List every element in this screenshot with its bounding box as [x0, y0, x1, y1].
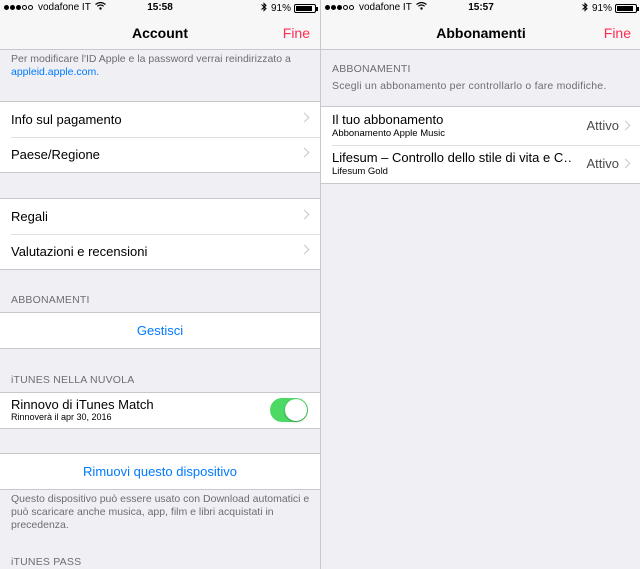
apple-id-note-text: Per modificare l'ID Apple e la password … — [11, 53, 291, 65]
status-bar: vodafone IT 15:57 91% — [321, 0, 640, 16]
subscriptions-list: Il tuo abbonamento Abbonamento Apple Mus… — [321, 106, 640, 184]
itunes-match-row: Rinnovo di iTunes Match Rinnoverà il apr… — [0, 393, 320, 428]
remove-device-button[interactable]: Rimuovi questo dispositivo — [0, 454, 320, 489]
done-button[interactable]: Fine — [604, 25, 631, 41]
payment-group: Info sul pagamento Paese/Regione — [0, 101, 320, 173]
subscriptions-group: Gestisci — [0, 312, 320, 349]
chevron-right-icon — [299, 147, 310, 158]
manage-button[interactable]: Gestisci — [0, 313, 320, 348]
subscription-status: Attivo — [586, 118, 619, 133]
subscription-subtitle: Lifesum Gold — [332, 166, 388, 177]
country-region-row[interactable]: Paese/Regione — [0, 137, 320, 172]
payment-info-label: Info sul pagamento — [11, 112, 122, 127]
done-button[interactable]: Fine — [283, 25, 310, 41]
subscription-title: Lifesum – Controllo dello stile di vita … — [332, 150, 572, 165]
subscription-subtitle: Abbonamento Apple Music — [332, 128, 446, 139]
chevron-right-icon — [299, 244, 310, 255]
status-bar: vodafone IT 15:58 91% — [0, 0, 320, 16]
list-item[interactable]: Lifesum – Controllo dello stile di vita … — [321, 145, 640, 183]
payment-info-row[interactable]: Info sul pagamento — [0, 102, 320, 137]
ratings-reviews-row[interactable]: Valutazioni e recensioni — [0, 234, 320, 269]
apple-id-note: Per modificare l'ID Apple e la password … — [11, 53, 311, 79]
navigation-bar: Abbonamenti Fine — [321, 16, 640, 50]
account-screen: vodafone IT 15:58 91% Account Fine Per m… — [0, 0, 320, 569]
gifts-row[interactable]: Regali — [0, 199, 320, 234]
battery-icon — [294, 4, 318, 13]
battery-percent: 91% — [270, 3, 291, 14]
chevron-right-icon — [620, 158, 631, 169]
battery-icon — [615, 4, 639, 13]
subscriptions-header: ABBONAMENTI — [11, 294, 90, 306]
list-item[interactable]: Il tuo abbonamento Abbonamento Apple Mus… — [321, 107, 640, 145]
itunes-cloud-header: iTUNES NELLA NUVOLA — [11, 374, 135, 386]
chevron-right-icon — [620, 120, 631, 131]
gifts-label: Regali — [11, 209, 48, 224]
bluetooth-icon — [582, 2, 588, 15]
nav-title: Abbonamenti — [436, 25, 526, 41]
chevron-right-icon — [299, 112, 310, 123]
appleid-link[interactable]: appleid.apple.com. — [11, 66, 99, 78]
device-footer: Questo dispositivo può essere usato con … — [11, 493, 310, 531]
itunes-match-toggle[interactable] — [270, 398, 308, 422]
country-region-label: Paese/Regione — [11, 147, 100, 162]
subscriptions-screen: vodafone IT 15:57 91% Abbonamenti Fine A… — [320, 0, 640, 569]
itunes-match-group: Rinnovo di iTunes Match Rinnoverà il apr… — [0, 392, 320, 429]
gifts-group: Regali Valutazioni e recensioni — [0, 198, 320, 270]
navigation-bar: Account Fine — [0, 16, 320, 50]
bluetooth-icon — [261, 2, 267, 15]
battery-percent: 91% — [591, 3, 612, 14]
ratings-reviews-label: Valutazioni e recensioni — [11, 244, 148, 259]
itunes-pass-header: iTUNES PASS — [11, 556, 82, 568]
device-group: Rimuovi questo dispositivo — [0, 453, 320, 490]
subscriptions-header: ABBONAMENTI — [332, 63, 411, 75]
subscription-status: Attivo — [586, 156, 619, 171]
subscriptions-subheader: Scegli un abbonamento per controllarlo o… — [332, 80, 607, 92]
subscription-title: Il tuo abbonamento — [332, 112, 444, 127]
nav-title: Account — [132, 25, 188, 41]
toggle-knob — [285, 399, 307, 421]
chevron-right-icon — [299, 209, 310, 220]
